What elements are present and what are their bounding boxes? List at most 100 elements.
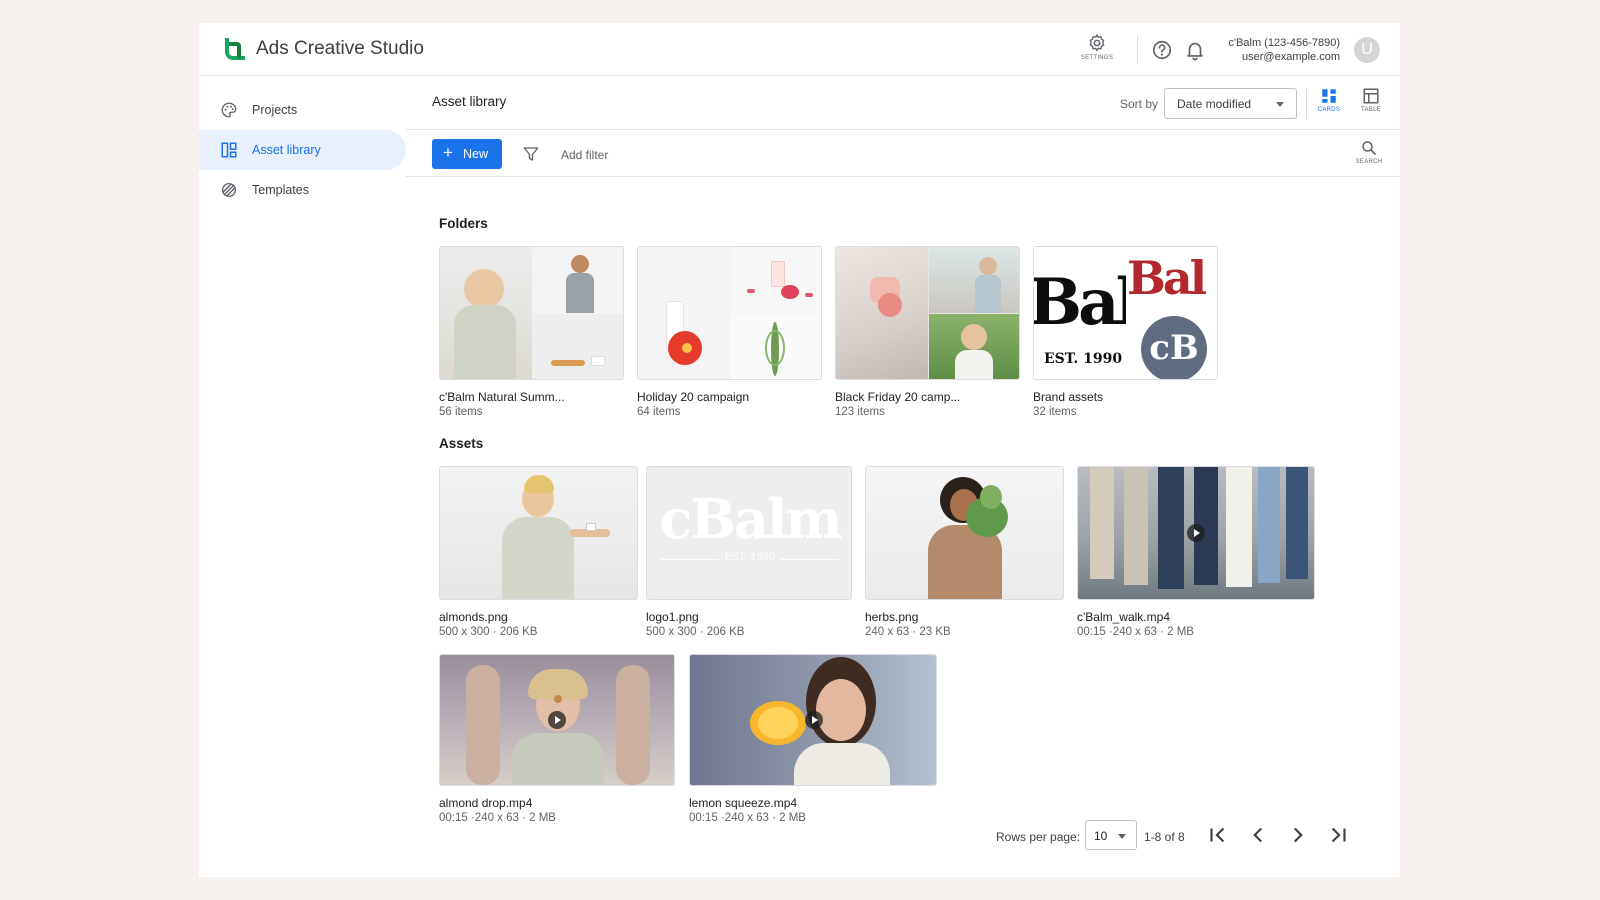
brand-logo-image: Bal <box>1127 247 1217 313</box>
folder-collage-image <box>533 247 623 313</box>
settings-button[interactable]: SETTINGS <box>1077 33 1117 69</box>
folder-thumbnail[interactable] <box>835 246 1020 380</box>
folder-collage-image <box>731 314 821 379</box>
sidebar-item-label: Projects <box>252 103 298 117</box>
folder-collage-image <box>731 247 821 313</box>
brand-wordmark: Bal <box>1034 265 1126 340</box>
sidebar-item-label: Asset library <box>252 143 321 157</box>
assets-heading: Assets <box>439 436 484 451</box>
sort-by-value: Date modified <box>1177 97 1252 111</box>
sidebar-item-asset-library[interactable]: Asset library <box>199 130 406 170</box>
asset-thumbnail[interactable] <box>439 466 638 600</box>
asset-meta: 00:15 ·240 x 63 · 2 MB <box>439 812 556 824</box>
brand-monogram: cB <box>1141 316 1207 379</box>
sort-by-label: Sort by <box>1120 97 1159 111</box>
app-window: Ads Creative Studio SETTINGS c'Balm (123… <box>199 23 1400 877</box>
folder-thumbnail[interactable] <box>439 246 624 380</box>
folder-collage-image <box>638 247 730 379</box>
filter-icon[interactable] <box>522 145 540 163</box>
brand-logo-image: Bal EST. 1990 <box>1034 247 1126 379</box>
settings-label: SETTINGS <box>1080 55 1114 61</box>
folder-name: Black Friday 20 camp... <box>835 390 961 404</box>
folder-name: Holiday 20 campaign <box>637 390 750 404</box>
logo-watermark-est: EST. 1990 <box>724 552 776 563</box>
folder-item-count: 64 items <box>637 406 681 418</box>
sidebar: Projects Asset library Templates <box>199 77 406 877</box>
asset-thumbnail[interactable]: cBalm EST. 1990 <box>646 466 852 600</box>
search-button[interactable]: SEARCH <box>1354 139 1384 173</box>
new-button[interactable]: + New <box>432 139 502 169</box>
header-divider <box>1137 36 1138 64</box>
rows-per-page-value: 10 <box>1094 829 1108 843</box>
asset-thumbnail[interactable] <box>865 466 1064 600</box>
table-view-label: TABLE <box>1360 107 1382 113</box>
sidebar-item-projects[interactable]: Projects <box>199 90 406 130</box>
asset-name: almond drop.mp4 <box>439 796 533 810</box>
cards-view-label: CARDS <box>1317 107 1341 113</box>
plus-icon: + <box>443 143 453 162</box>
new-button-label: New <box>463 147 489 161</box>
page-title: Asset library <box>432 94 507 109</box>
play-icon[interactable] <box>1187 524 1205 542</box>
folders-heading: Folders <box>439 216 488 231</box>
last-page-icon[interactable] <box>1325 822 1351 848</box>
asset-meta: 240 x 63 · 23 KB <box>865 626 951 638</box>
search-icon <box>1362 141 1376 155</box>
previous-page-icon[interactable] <box>1245 822 1271 848</box>
main-content: Asset library Sort by Date modified CARD… <box>406 77 1400 877</box>
rows-per-page-label: Rows per page: <box>996 830 1081 844</box>
cards-view-button[interactable]: CARDS <box>1314 87 1344 121</box>
folder-name: Brand assets <box>1033 390 1104 404</box>
folder-collage-image <box>929 247 1019 313</box>
folder-item-count: 123 items <box>835 406 885 418</box>
sidebar-item-templates[interactable]: Templates <box>199 170 406 210</box>
folder-collage-image <box>836 247 928 379</box>
app-title: Ads Creative Studio <box>256 38 424 59</box>
folder-item-count: 32 items <box>1033 406 1077 418</box>
brand-monogram-image: cB <box>1127 314 1217 379</box>
first-page-icon[interactable] <box>1205 822 1231 848</box>
avatar[interactable]: U <box>1354 37 1380 63</box>
folder-collage-image <box>929 314 1019 379</box>
dropdown-caret-icon <box>1118 834 1126 839</box>
search-label: SEARCH <box>1355 159 1383 165</box>
ads-creative-studio-logo-icon <box>225 38 245 60</box>
next-page-icon[interactable] <box>1285 822 1311 848</box>
gear-icon <box>1089 34 1105 52</box>
folder-name: c'Balm Natural Summ... <box>439 390 565 404</box>
cards-view-icon <box>1322 89 1336 103</box>
asset-meta: 00:15 ·240 x 63 · 2 MB <box>1077 626 1194 638</box>
logo-watermark-text: cBalm <box>659 487 842 551</box>
palette-icon <box>221 102 237 118</box>
asset-meta: 500 x 300 · 206 KB <box>439 626 538 638</box>
dashboard-icon <box>221 142 237 158</box>
folder-collage-image <box>440 247 532 379</box>
rows-per-page-select[interactable]: 10 <box>1085 820 1137 850</box>
folder-item-count: 56 items <box>439 406 483 418</box>
asset-name: herbs.png <box>865 610 919 624</box>
page-range: 1-8 of 8 <box>1144 830 1185 844</box>
sort-by-select[interactable]: Date modified <box>1164 88 1297 119</box>
asset-name: lemon squeeze.mp4 <box>689 796 798 810</box>
table-view-button[interactable]: TABLE <box>1356 87 1386 121</box>
asset-name: almonds.png <box>439 610 508 624</box>
toolbar: + New Add filter SEARCH <box>406 131 1400 177</box>
folder-thumbnail[interactable] <box>637 246 822 380</box>
table-view-icon <box>1363 88 1379 104</box>
add-filter-button[interactable]: Add filter <box>561 148 608 162</box>
folder-thumbnail[interactable]: Bal EST. 1990 Bal cB <box>1033 246 1218 380</box>
brand-est-text: EST. 1990 <box>1044 351 1123 367</box>
brand-wordmark-red: Bal <box>1127 251 1207 305</box>
account-info[interactable]: c'Balm (123-456-7890) user@example.com <box>1228 36 1340 64</box>
play-icon[interactable] <box>548 711 566 729</box>
play-icon[interactable] <box>805 711 823 729</box>
asset-name: logo1.png <box>646 610 699 624</box>
notifications-bell-icon[interactable] <box>1184 39 1206 61</box>
view-divider <box>1306 89 1307 119</box>
account-name: c'Balm (123-456-7890) <box>1228 37 1340 49</box>
folder-collage-image <box>533 314 623 379</box>
asset-name: c'Balm_walk.mp4 <box>1077 610 1170 624</box>
sidebar-item-label: Templates <box>252 183 309 197</box>
help-icon[interactable] <box>1151 39 1173 61</box>
templates-icon <box>221 182 237 198</box>
